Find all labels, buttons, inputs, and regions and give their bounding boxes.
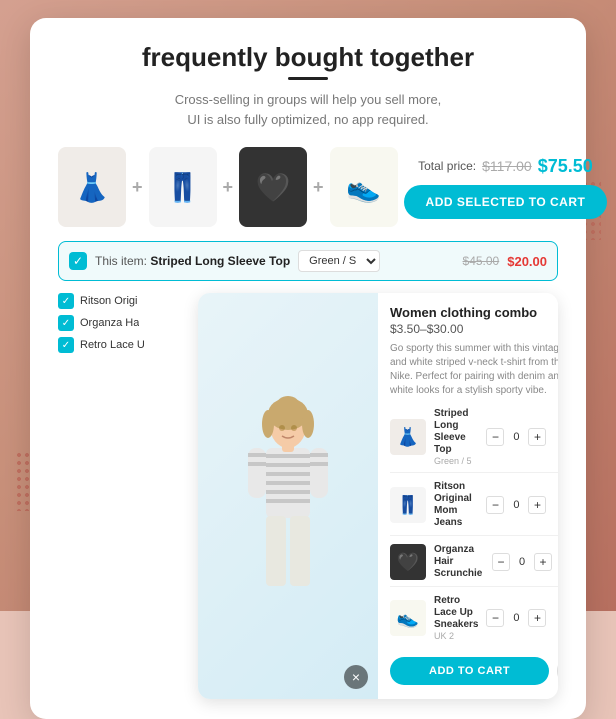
add-selected-to-cart-button[interactable]: ADD SELECTED TO CART	[404, 185, 608, 219]
qty-control-4: − 0 +	[486, 609, 546, 627]
product-thumb-4: 👟	[330, 147, 398, 227]
variant-select[interactable]: Green / S	[298, 250, 380, 272]
product-image-card: × Women clothing combo $3.50–$30.00 Go s…	[198, 293, 558, 699]
qty-plus-3[interactable]: +	[534, 553, 552, 571]
detail-item-2: 👖 Ritson Original Mom Jeans − 0 + $22.00	[390, 481, 558, 536]
add-to-cart-button[interactable]: ADD TO CART	[390, 657, 549, 685]
qty-plus-1[interactable]: +	[528, 428, 546, 446]
qty-plus-2[interactable]: +	[528, 496, 546, 514]
cart-bar: ADD TO CART ♡	[390, 655, 558, 687]
product-thumb-3: 🖤	[239, 147, 307, 227]
detail-info-4: Retro Lace Up Sneakers UK 2	[434, 595, 478, 641]
detail-variant-1: Green / 5	[434, 456, 478, 466]
mini-item-label-2: Organza Ha	[80, 317, 139, 329]
combo-row: 👗 + 👖 + 🖤 + 👟 Total price: $117.00 $75.5…	[58, 147, 558, 227]
item-checkbox[interactable]: ✓	[69, 252, 87, 270]
qty-minus-2[interactable]: −	[486, 496, 504, 514]
mini-checkbox-2[interactable]: ✓	[58, 315, 74, 331]
detail-item-4: 👟 Retro Lace Up Sneakers UK 2 − 0 + $45.…	[390, 595, 558, 647]
total-price-row: Total price: $117.00 $75.50	[418, 156, 593, 177]
item-label: This item: Striped Long Sleeve Top	[95, 254, 290, 268]
bottom-section: ✓ Ritson Origi ✓ Organza Ha ✓ Retro Lace…	[58, 293, 558, 699]
combo-description: Go sporty this summer with this vintage …	[390, 342, 558, 398]
detail-name-2: Ritson Original Mom Jeans	[434, 481, 478, 529]
mini-checkmark-3: ✓	[62, 340, 70, 351]
detail-item-3: 🖤 Organza Hair Scrunchie − 0 + $5.00 $3.…	[390, 544, 558, 587]
subtitle-line1: Cross-selling in groups will help you se…	[175, 92, 442, 107]
qty-minus-4[interactable]: −	[486, 609, 504, 627]
qty-num-1: 0	[510, 431, 522, 443]
mini-item-row-3: ✓ Retro Lace U	[58, 337, 188, 353]
product-detail-list: 👗 Striped Long Sleeve Top Green / 5 − 0 …	[390, 408, 558, 647]
detail-item-1: 👗 Striped Long Sleeve Top Green / 5 − 0 …	[390, 408, 558, 473]
detail-thumb-1: 👗	[390, 419, 426, 455]
mini-item-label-1: Ritson Origi	[80, 295, 137, 307]
item-name: Striped Long Sleeve Top	[150, 254, 290, 268]
qty-control-3: − 0 +	[492, 553, 552, 571]
plus-sign-2: +	[223, 177, 234, 198]
product-thumb-3-emoji: 🖤	[256, 171, 291, 204]
qty-plus-4[interactable]: +	[528, 609, 546, 627]
mini-item-row-2: ✓ Organza Ha	[58, 315, 188, 331]
wishlist-button[interactable]: ♡	[557, 655, 558, 687]
product-thumb-1: 👗	[58, 147, 126, 227]
subtitle: Cross-selling in groups will help you se…	[58, 90, 558, 129]
detail-thumb-4: 👟	[390, 600, 426, 636]
mini-item-label-3: Retro Lace U	[80, 339, 145, 351]
main-card: frequently bought together Cross-selling…	[30, 18, 586, 719]
mini-item-row-1: ✓ Ritson Origi	[58, 293, 188, 309]
page-title: frequently bought together	[58, 42, 558, 73]
product-image-area: ×	[198, 293, 378, 699]
item-price-old: $45.00	[463, 254, 500, 268]
selected-item-row: ✓ This item: Striped Long Sleeve Top Gre…	[58, 241, 558, 281]
mini-checkbox-1[interactable]: ✓	[58, 293, 74, 309]
detail-info-2: Ritson Original Mom Jeans	[434, 481, 478, 529]
combo-price-new: $75.50	[538, 156, 593, 177]
qty-minus-1[interactable]: −	[486, 428, 504, 446]
qty-num-2: 0	[510, 499, 522, 511]
detail-name-4: Retro Lace Up Sneakers	[434, 595, 478, 631]
subtitle-line2: UI is also fully optimized, no app requi…	[187, 112, 428, 127]
price-cart-area: Total price: $117.00 $75.50 ADD SELECTED…	[404, 156, 608, 219]
item-price-new: $20.00	[507, 254, 547, 269]
product-thumb-2-emoji: 👖	[165, 171, 200, 204]
product-thumb-1-emoji: 👗	[75, 171, 110, 204]
left-panel: ✓ Ritson Origi ✓ Organza Ha ✓ Retro Lace…	[58, 293, 188, 699]
mini-checkbox-3[interactable]: ✓	[58, 337, 74, 353]
plus-sign-1: +	[132, 177, 143, 198]
detail-variant-4: UK 2	[434, 631, 478, 641]
qty-num-3: 0	[516, 556, 528, 568]
qty-num-4: 0	[510, 612, 522, 624]
combo-title: Women clothing combo	[390, 305, 558, 320]
checkmark-icon: ✓	[73, 254, 83, 268]
title-underline	[288, 77, 328, 80]
detail-thumb-2: 👖	[390, 487, 426, 523]
mini-checkmark-2: ✓	[62, 318, 70, 329]
item-prefix: This item:	[95, 254, 147, 268]
detail-info-3: Organza Hair Scrunchie	[434, 544, 484, 580]
product-thumb-2: 👖	[149, 147, 217, 227]
product-thumb-4-emoji: 👟	[346, 171, 381, 204]
detail-name-3: Organza Hair Scrunchie	[434, 544, 484, 580]
total-label: Total price:	[418, 159, 476, 173]
qty-control-1: − 0 +	[486, 428, 546, 446]
model-svg	[228, 396, 348, 596]
detail-thumb-3: 🖤	[390, 544, 426, 580]
close-icon: ×	[352, 669, 360, 685]
detail-info-1: Striped Long Sleeve Top Green / 5	[434, 408, 478, 466]
qty-minus-3[interactable]: −	[492, 553, 510, 571]
plus-sign-3: +	[313, 177, 324, 198]
combo-price-old: $117.00	[482, 158, 532, 174]
close-button[interactable]: ×	[344, 665, 368, 689]
mini-checkmark-1: ✓	[62, 296, 70, 307]
combo-price-range: $3.50–$30.00	[390, 322, 558, 336]
right-detail-panel: Women clothing combo $3.50–$30.00 Go spo…	[378, 293, 558, 699]
qty-control-2: − 0 +	[486, 496, 546, 514]
detail-name-1: Striped Long Sleeve Top	[434, 408, 478, 456]
